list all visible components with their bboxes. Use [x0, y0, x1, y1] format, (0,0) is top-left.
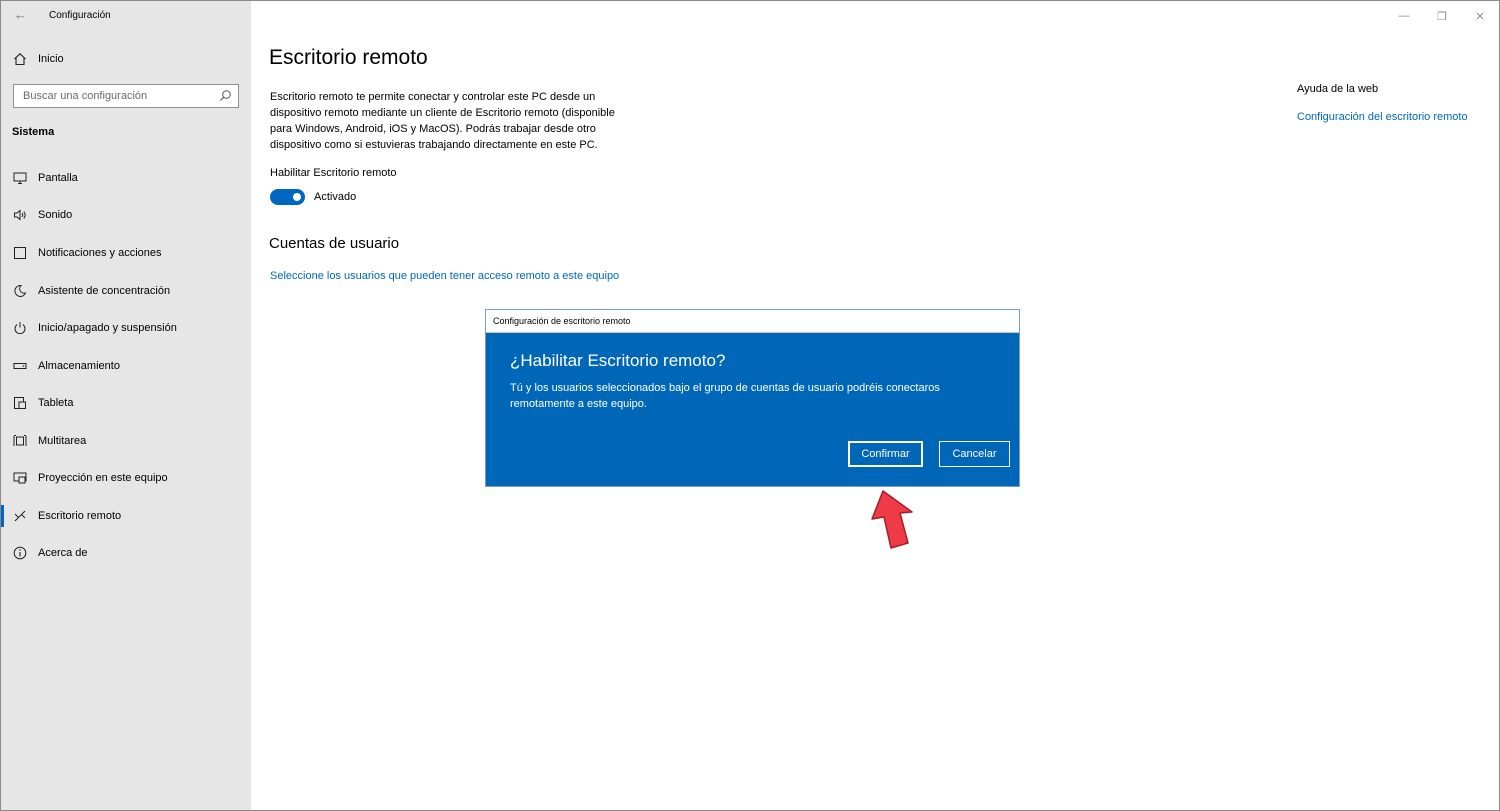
red-pointer-arrow-icon — [871, 490, 913, 549]
select-users-link[interactable]: Seleccione los usuarios que pueden tener… — [270, 270, 619, 282]
sidebar-item-label: Sonido — [38, 209, 73, 221]
dialog-title: Configuración de escritorio remoto — [493, 316, 631, 326]
sidebar-item-escritorio-remoto[interactable]: Escritorio remoto — [1, 500, 251, 532]
search-input[interactable] — [14, 85, 214, 107]
multitask-icon — [12, 433, 28, 449]
help-title: Ayuda de la web — [1297, 83, 1379, 95]
window-controls: — ❐ ✕ — [1385, 1, 1499, 31]
sidebar-item-sonido[interactable]: Sonido — [1, 199, 251, 231]
page-title: Escritorio remoto — [269, 46, 428, 69]
dialog-title-bar: Configuración de escritorio remoto — [486, 310, 1019, 333]
sidebar-item-label: Proyección en este equipo — [38, 472, 168, 484]
remote-desktop-toggle[interactable] — [270, 189, 305, 205]
sidebar-item-multitarea[interactable]: Multitarea — [1, 425, 251, 457]
confirm-button[interactable]: Confirmar — [848, 441, 923, 467]
storage-icon — [12, 358, 28, 374]
speaker-icon — [12, 207, 28, 223]
section-title: Sistema — [12, 126, 55, 138]
sidebar-item-inicio-apagado[interactable]: Inicio/apagado y suspensión — [1, 312, 251, 344]
sidebar-item-label: Asistente de concentración — [38, 285, 171, 297]
sidebar-item-home[interactable]: Inicio — [1, 47, 251, 71]
sidebar-item-label: Escritorio remoto — [38, 510, 122, 522]
tablet-icon — [12, 395, 28, 411]
settings-window: ← Configuración Inicio Sistema Pantalla — [0, 0, 1500, 811]
power-icon — [12, 320, 28, 336]
sidebar-item-label: Notificaciones y acciones — [38, 247, 162, 259]
sidebar-item-label: Inicio/apagado y suspensión — [38, 322, 177, 334]
help-remote-desktop-link[interactable]: Configuración del escritorio remoto — [1297, 111, 1468, 123]
description-text: Escritorio remoto te permite conectar y … — [270, 91, 615, 151]
sidebar-item-pantalla[interactable]: Pantalla — [1, 162, 251, 194]
sidebar-item-acerca-de[interactable]: Acerca de — [1, 537, 251, 569]
moon-icon — [12, 283, 28, 299]
sidebar-item-tableta[interactable]: Tableta — [1, 387, 251, 419]
search-box — [13, 84, 239, 108]
back-arrow-icon[interactable]: ← — [14, 7, 27, 22]
restore-button[interactable]: ❐ — [1423, 1, 1461, 31]
dialog-message: Tú y los usuarios seleccionados bajo el … — [510, 382, 940, 410]
minimize-button[interactable]: — — [1385, 1, 1423, 31]
sidebar-item-label: Multitarea — [38, 435, 87, 447]
title-bar: ← Configuración — [1, 1, 251, 31]
remote-desktop-icon — [12, 508, 28, 524]
monitor-icon — [12, 170, 28, 186]
home-icon — [12, 51, 28, 67]
sidebar-item-label: Pantalla — [38, 172, 78, 184]
sidebar-item-label: Inicio — [38, 53, 64, 65]
info-icon — [12, 545, 28, 561]
sidebar: ← Configuración Inicio Sistema Pantalla — [1, 1, 251, 810]
dialog-heading: ¿Habilitar Escritorio remoto? — [510, 351, 726, 370]
toggle-state-text: Activado — [314, 191, 357, 203]
sidebar-item-label: Tableta — [38, 397, 74, 409]
sidebar-item-almacenamiento[interactable]: Almacenamiento — [1, 350, 251, 382]
notification-icon — [12, 245, 28, 261]
sidebar-item-notificaciones[interactable]: Notificaciones y acciones — [1, 237, 251, 269]
search-icon[interactable] — [219, 89, 232, 102]
user-accounts-heading: Cuentas de usuario — [269, 235, 400, 252]
toggle-knob — [293, 193, 301, 201]
cancel-button[interactable]: Cancelar — [939, 441, 1010, 467]
sidebar-item-concentracion[interactable]: Asistente de concentración — [1, 275, 251, 307]
toggle-label: Habilitar Escritorio remoto — [270, 167, 397, 179]
sidebar-item-label: Acerca de — [38, 547, 88, 559]
enable-remote-desktop-dialog: Configuración de escritorio remoto ¿Habi… — [485, 309, 1020, 487]
close-button[interactable]: ✕ — [1461, 1, 1499, 31]
sidebar-item-label: Almacenamiento — [38, 360, 120, 372]
projection-icon — [12, 470, 28, 486]
sidebar-item-proyeccion[interactable]: Proyección en este equipo — [1, 462, 251, 494]
app-title: Configuración — [49, 10, 111, 21]
